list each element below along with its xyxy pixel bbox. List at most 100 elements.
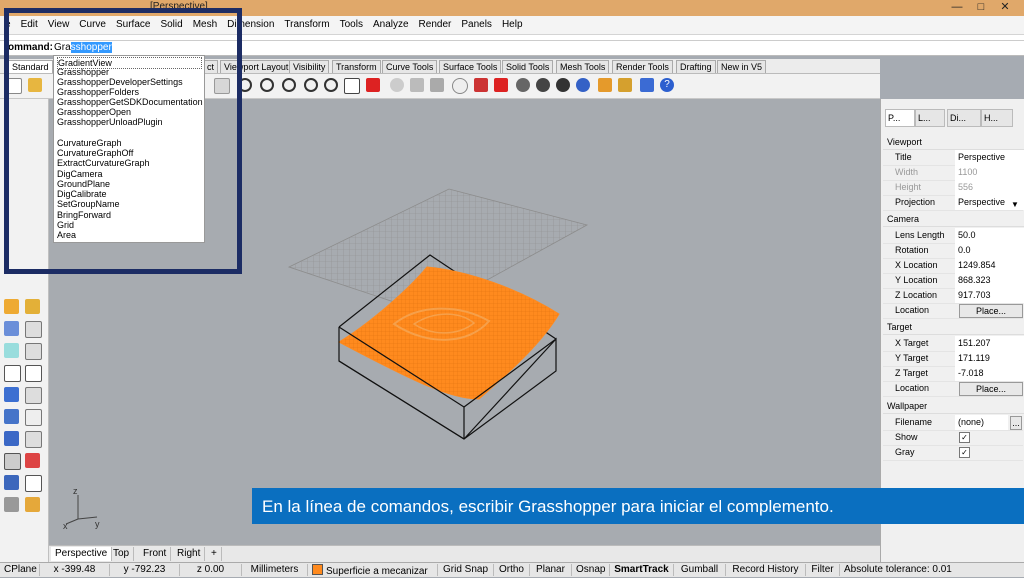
scale-icon[interactable] (25, 343, 42, 360)
tab-mesh-tools[interactable]: Mesh Tools (556, 60, 610, 73)
wireframe-sphere-icon[interactable] (516, 78, 530, 92)
prop-zloc-value[interactable]: 917.703 (955, 288, 1024, 303)
cplane-icon[interactable] (430, 78, 444, 92)
block-icon[interactable] (25, 431, 42, 448)
chevron-down-icon[interactable]: ▼ (1011, 197, 1019, 212)
status-units[interactable]: Millimeters (242, 564, 308, 576)
section-wallpaper: Wallpaper (883, 399, 1024, 414)
settings-gear-icon[interactable] (618, 78, 632, 92)
viewport-tab-right[interactable]: Right (173, 547, 206, 561)
viewport-tab-front[interactable]: Front (139, 547, 172, 561)
help-icon[interactable]: ? (660, 78, 674, 92)
gear-tools-icon[interactable] (4, 299, 19, 314)
menu-transform[interactable]: Transform (279, 16, 334, 34)
render-tools-icon[interactable] (25, 497, 40, 512)
properties-icon[interactable] (494, 78, 508, 92)
ungroup-icon[interactable] (25, 409, 42, 426)
mesh-icon[interactable] (4, 497, 19, 512)
star-tools-icon[interactable] (25, 299, 40, 314)
named-views-icon[interactable] (410, 78, 424, 92)
viewport-tab-perspective[interactable]: Perspective (51, 547, 113, 561)
history-icon[interactable] (25, 453, 40, 468)
panel-tab-layers[interactable]: L... (915, 109, 945, 127)
status-gumball[interactable]: Gumball (674, 564, 726, 576)
gray-checkbox[interactable]: ✓ (959, 447, 970, 458)
menu-panels[interactable]: Panels (456, 16, 497, 34)
rotate-icon[interactable] (4, 343, 19, 358)
split-icon[interactable] (25, 365, 42, 382)
layer-color-swatch (312, 564, 323, 575)
check-icon[interactable] (25, 475, 42, 492)
rendered-sphere-icon[interactable] (556, 78, 570, 92)
panel-tab-help[interactable]: H... (981, 109, 1013, 127)
show-checkbox[interactable]: ✓ (959, 432, 970, 443)
maximize-button[interactable]: □ (972, 0, 990, 14)
tab-solid-tools[interactable]: Solid Tools (502, 60, 554, 73)
copy-icon[interactable] (25, 321, 42, 338)
tab-curve-tools[interactable]: Curve Tools (382, 60, 438, 73)
tab-surface-tools[interactable]: Surface Tools (439, 60, 502, 73)
browse-button[interactable]: ... (1010, 416, 1022, 430)
zoom-extents-icon[interactable] (282, 78, 296, 92)
menu-tools[interactable]: Tools (335, 16, 368, 34)
tab-visibility[interactable]: Visibility (289, 60, 330, 73)
zoom-all-icon[interactable] (324, 78, 338, 92)
camera-place-button[interactable]: Place... (959, 304, 1023, 318)
tab-new-in-v5[interactable]: New in V5 (717, 60, 767, 73)
rotate-view-icon[interactable] (390, 78, 404, 92)
prop-gray-row: Gray ✓ (883, 445, 1023, 461)
axis-z-label: z (73, 486, 78, 496)
status-layer[interactable]: Superficie a mecanizar (308, 564, 438, 577)
prop-ytarget-value[interactable]: 171.119 (955, 351, 1024, 366)
render-icon[interactable] (576, 78, 590, 92)
menu-render[interactable]: Render (414, 16, 457, 34)
array-icon[interactable] (4, 453, 21, 470)
tab-drafting[interactable]: Drafting (676, 60, 716, 73)
target-place-button[interactable]: Place... (959, 382, 1023, 396)
tab-transform[interactable]: Transform (332, 60, 381, 73)
minimize-button[interactable]: — (948, 0, 966, 14)
group-icon[interactable] (4, 409, 19, 424)
menu-help[interactable]: Help (497, 16, 528, 34)
shaded-sphere-icon[interactable] (536, 78, 550, 92)
add-viewport-tab[interactable]: + (207, 547, 222, 561)
prop-xloc-value[interactable]: 1249.854 (955, 258, 1024, 273)
close-button[interactable]: ✕ (996, 0, 1014, 14)
prop-ytarget-row: Y Target 171.119 (883, 351, 1024, 367)
tab-render-tools[interactable]: Render Tools (612, 60, 673, 73)
prop-title-value[interactable]: Perspective (955, 150, 1024, 165)
viewport-tab-top[interactable]: Top (109, 547, 135, 561)
text-icon[interactable] (4, 387, 19, 402)
menu-analyze[interactable]: Analyze (368, 16, 414, 34)
viewport-layout-icon[interactable] (344, 78, 360, 94)
panel-tab-display[interactable]: Di... (947, 109, 981, 127)
plugin-icon[interactable] (640, 78, 654, 92)
dimension-icon[interactable] (25, 387, 42, 404)
prop-height-value: 556 (955, 180, 1024, 195)
prop-lens-value[interactable]: 50.0 (955, 228, 1024, 243)
move-icon[interactable] (4, 321, 19, 336)
prop-rotation-value[interactable]: 0.0 (955, 243, 1024, 258)
options-gear-icon[interactable] (598, 78, 612, 92)
status-osnap[interactable]: Osnap (572, 564, 610, 576)
zoom-window-icon[interactable] (260, 78, 274, 92)
status-filter[interactable]: Filter (806, 564, 840, 576)
box-icon[interactable] (4, 431, 19, 446)
status-planar[interactable]: Planar (530, 564, 572, 576)
analyze-icon[interactable] (4, 475, 19, 490)
status-grid-snap[interactable]: Grid Snap (438, 564, 494, 576)
status-cplane[interactable]: CPlane (0, 564, 40, 576)
status-record-history[interactable]: Record History (726, 564, 806, 576)
status-ortho[interactable]: Ortho (494, 564, 530, 576)
layers-icon[interactable] (474, 78, 488, 92)
car-icon[interactable] (366, 78, 380, 92)
panel-tab-properties[interactable]: P... (885, 109, 915, 127)
prop-yloc-value[interactable]: 868.323 (955, 273, 1024, 288)
status-bar: CPlane x -399.48 y -792.23 z 0.00 Millim… (0, 562, 1024, 577)
trim-icon[interactable] (4, 365, 21, 382)
prop-xtarget-value[interactable]: 151.207 (955, 336, 1024, 351)
prop-ztarget-value[interactable]: -7.018 (955, 366, 1024, 381)
light-bulb-icon[interactable] (452, 78, 468, 94)
status-smarttrack[interactable]: SmartTrack (610, 564, 674, 576)
zoom-selected-icon[interactable] (304, 78, 318, 92)
